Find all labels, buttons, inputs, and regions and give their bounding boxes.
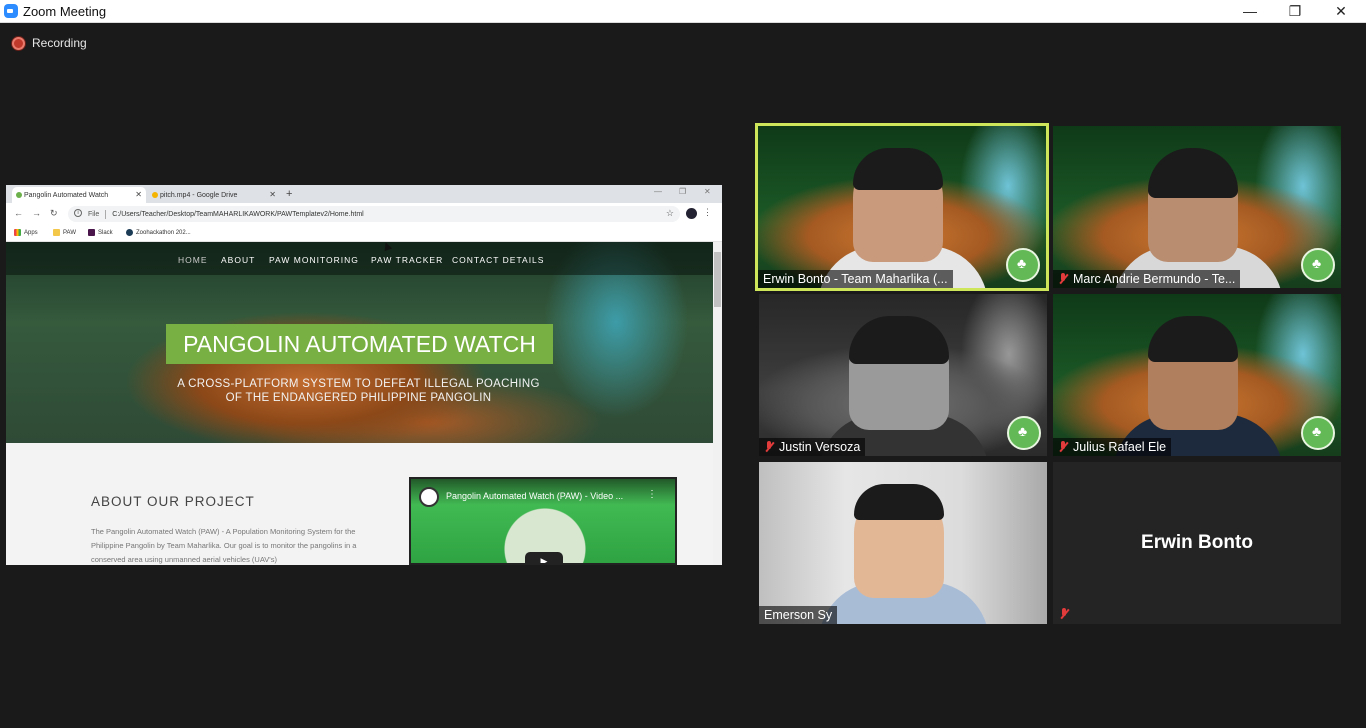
participant-tile-active-speaker[interactable]: Erwin Bonto - Team Maharlika (... [755, 123, 1049, 291]
video-title[interactable]: Pangolin Automated Watch (PAW) - Video .… [446, 491, 623, 501]
info-icon[interactable]: i [74, 209, 82, 217]
participant-name: Emerson Sy [764, 608, 833, 622]
participant-hair [854, 484, 944, 520]
participant-name-tag: Erwin Bonto - Team Maharlika (... [758, 270, 953, 288]
participant-name-tag: Marc Andrie Bermundo - Te... [1053, 270, 1241, 288]
close-button[interactable]: ✕ [1318, 0, 1364, 22]
team-logo-icon [1007, 416, 1041, 450]
browser-toolbar: ← → ↻ i File C:/Users/Teacher/Desktop/Te… [6, 203, 722, 225]
team-logo-icon [1006, 248, 1040, 282]
slack-icon [88, 229, 95, 236]
participant-tile[interactable]: Julius Rafael Ele [1053, 294, 1341, 456]
team-logo-icon [1301, 416, 1335, 450]
reload-icon[interactable]: ↻ [50, 208, 58, 219]
zoohackathon-icon [126, 229, 133, 236]
browser-tab-pangolin[interactable]: Pangolin Automated Watch ✕ [12, 187, 146, 203]
tab-close-icon[interactable]: ✕ [269, 190, 276, 199]
folder-icon [53, 229, 60, 236]
forward-icon[interactable]: → [32, 208, 41, 218]
window-titlebar: Zoom Meeting — ❐ ✕ [0, 0, 1366, 23]
participant-tile[interactable]: Emerson Sy [759, 462, 1047, 624]
bookmark-zoohackathon[interactable]: Zoohackathon 202... [126, 229, 191, 236]
browser-restore-icon[interactable]: ❐ [679, 187, 686, 196]
bookmark-star-icon[interactable]: ☆ [666, 208, 674, 219]
mic-muted-icon [1058, 441, 1068, 453]
address-bar[interactable]: i File C:/Users/Teacher/Desktop/TeamMAHA… [68, 206, 680, 222]
participant-display-name: Erwin Bonto [1141, 532, 1253, 553]
scrollbar-thumb[interactable] [714, 252, 721, 307]
tab-close-icon[interactable]: ✕ [135, 190, 142, 199]
browser-minimize-icon[interactable]: — [654, 187, 662, 196]
mic-muted-icon [1059, 608, 1069, 620]
bookmark-label: Zoohackathon 202... [136, 229, 191, 236]
participant-name: Erwin Bonto - Team Maharlika (... [763, 272, 948, 286]
nav-paw-tracker[interactable]: PAW TRACKER [371, 255, 443, 265]
browser-close-icon[interactable]: ✕ [704, 187, 711, 196]
tab-label: pitch.mp4 - Google Drive [160, 191, 238, 199]
recording-indicator[interactable]: Recording [12, 36, 87, 50]
hero-banner: HOME ABOUT PAW MONITORING PAW TRACKER CO… [6, 242, 713, 443]
record-icon [12, 36, 25, 50]
participant-name-tag: Emerson Sy [759, 606, 838, 624]
site-navbar [6, 242, 713, 275]
nav-about[interactable]: ABOUT [221, 255, 255, 265]
shared-screen: Pangolin Automated Watch ✕ pitch.mp4 - G… [6, 185, 722, 565]
participant-name: Justin Versoza [779, 440, 861, 454]
back-icon[interactable]: ← [14, 208, 23, 218]
bookmark-label: Apps [24, 229, 38, 236]
address-divider [105, 209, 107, 219]
team-logo-icon [1301, 248, 1335, 282]
channel-avatar-icon[interactable] [419, 487, 439, 507]
webpage: HOME ABOUT PAW MONITORING PAW TRACKER CO… [6, 242, 713, 565]
recording-label: Recording [32, 36, 87, 50]
profile-avatar[interactable] [686, 208, 697, 219]
address-scheme: File [88, 210, 100, 218]
play-button[interactable]: ▶ [525, 552, 563, 563]
bookmark-label: PAW [63, 229, 76, 236]
bookmark-apps[interactable]: Apps [14, 229, 38, 236]
participant-tile[interactable]: Marc Andrie Bermundo - Te... [1053, 126, 1341, 288]
zoom-app-icon [4, 4, 18, 18]
minimize-button[interactable]: — [1227, 0, 1273, 22]
participant-name: Julius Rafael Ele [1073, 440, 1167, 454]
hero-subtitle-line-2: OF THE ENDANGERED PHILIPPINE PANGOLIN [225, 392, 492, 404]
mic-muted-icon [764, 441, 774, 453]
hero-subtitle: A CROSS-PLATFORM SYSTEM TO DEFEAT ILLEGA… [156, 377, 561, 405]
apps-grid-icon [14, 229, 21, 236]
nav-contact-details[interactable]: CONTACT DETAILS [452, 255, 544, 265]
tab-label: Pangolin Automated Watch [24, 191, 109, 199]
participant-name: Marc Andrie Bermundo - Te... [1073, 272, 1236, 286]
site-favicon-icon [16, 192, 22, 198]
bookmarks-bar: Apps PAW Slack Zoohackathon 202... [6, 225, 722, 242]
browser-tabstrip: Pangolin Automated Watch ✕ pitch.mp4 - G… [6, 185, 722, 203]
about-text: The Pangolin Automated Watch (PAW) - A P… [91, 527, 357, 564]
page-scrollbar[interactable] [713, 242, 722, 565]
mic-muted-icon [1058, 273, 1068, 285]
bookmark-label: Slack [98, 229, 113, 236]
embedded-video[interactable]: Pangolin Automated Watch (PAW) - Video .… [409, 477, 677, 565]
participant-name-tag: Julius Rafael Ele [1053, 438, 1172, 456]
hero-title: PANGOLIN AUTOMATED WATCH [166, 324, 553, 364]
video-menu-icon[interactable]: ⋮ [647, 489, 657, 500]
nav-home[interactable]: HOME [178, 255, 208, 265]
drive-favicon-icon [152, 192, 158, 198]
participant-tile[interactable]: Justin Versoza [759, 294, 1047, 456]
participant-name-tag: Justin Versoza [759, 438, 866, 456]
bookmark-slack[interactable]: Slack [88, 229, 113, 236]
about-heading: ABOUT OUR PROJECT [91, 494, 255, 509]
restore-button[interactable]: ❐ [1272, 0, 1318, 22]
bookmark-paw[interactable]: PAW [53, 229, 76, 236]
new-tab-button[interactable]: + [286, 188, 292, 200]
browser-tab-drive[interactable]: pitch.mp4 - Google Drive ✕ [148, 187, 280, 203]
address-url: C:/Users/Teacher/Desktop/TeamMAHARLIKAWO… [112, 210, 364, 218]
browser-menu-icon[interactable]: ⋮ [703, 207, 712, 218]
nav-paw-monitoring[interactable]: PAW MONITORING [269, 255, 359, 265]
window-title: Zoom Meeting [23, 4, 107, 19]
participant-tile-camera-off[interactable]: Erwin Bonto [1053, 462, 1341, 624]
hero-subtitle-line-1: A CROSS-PLATFORM SYSTEM TO DEFEAT ILLEGA… [177, 378, 540, 390]
